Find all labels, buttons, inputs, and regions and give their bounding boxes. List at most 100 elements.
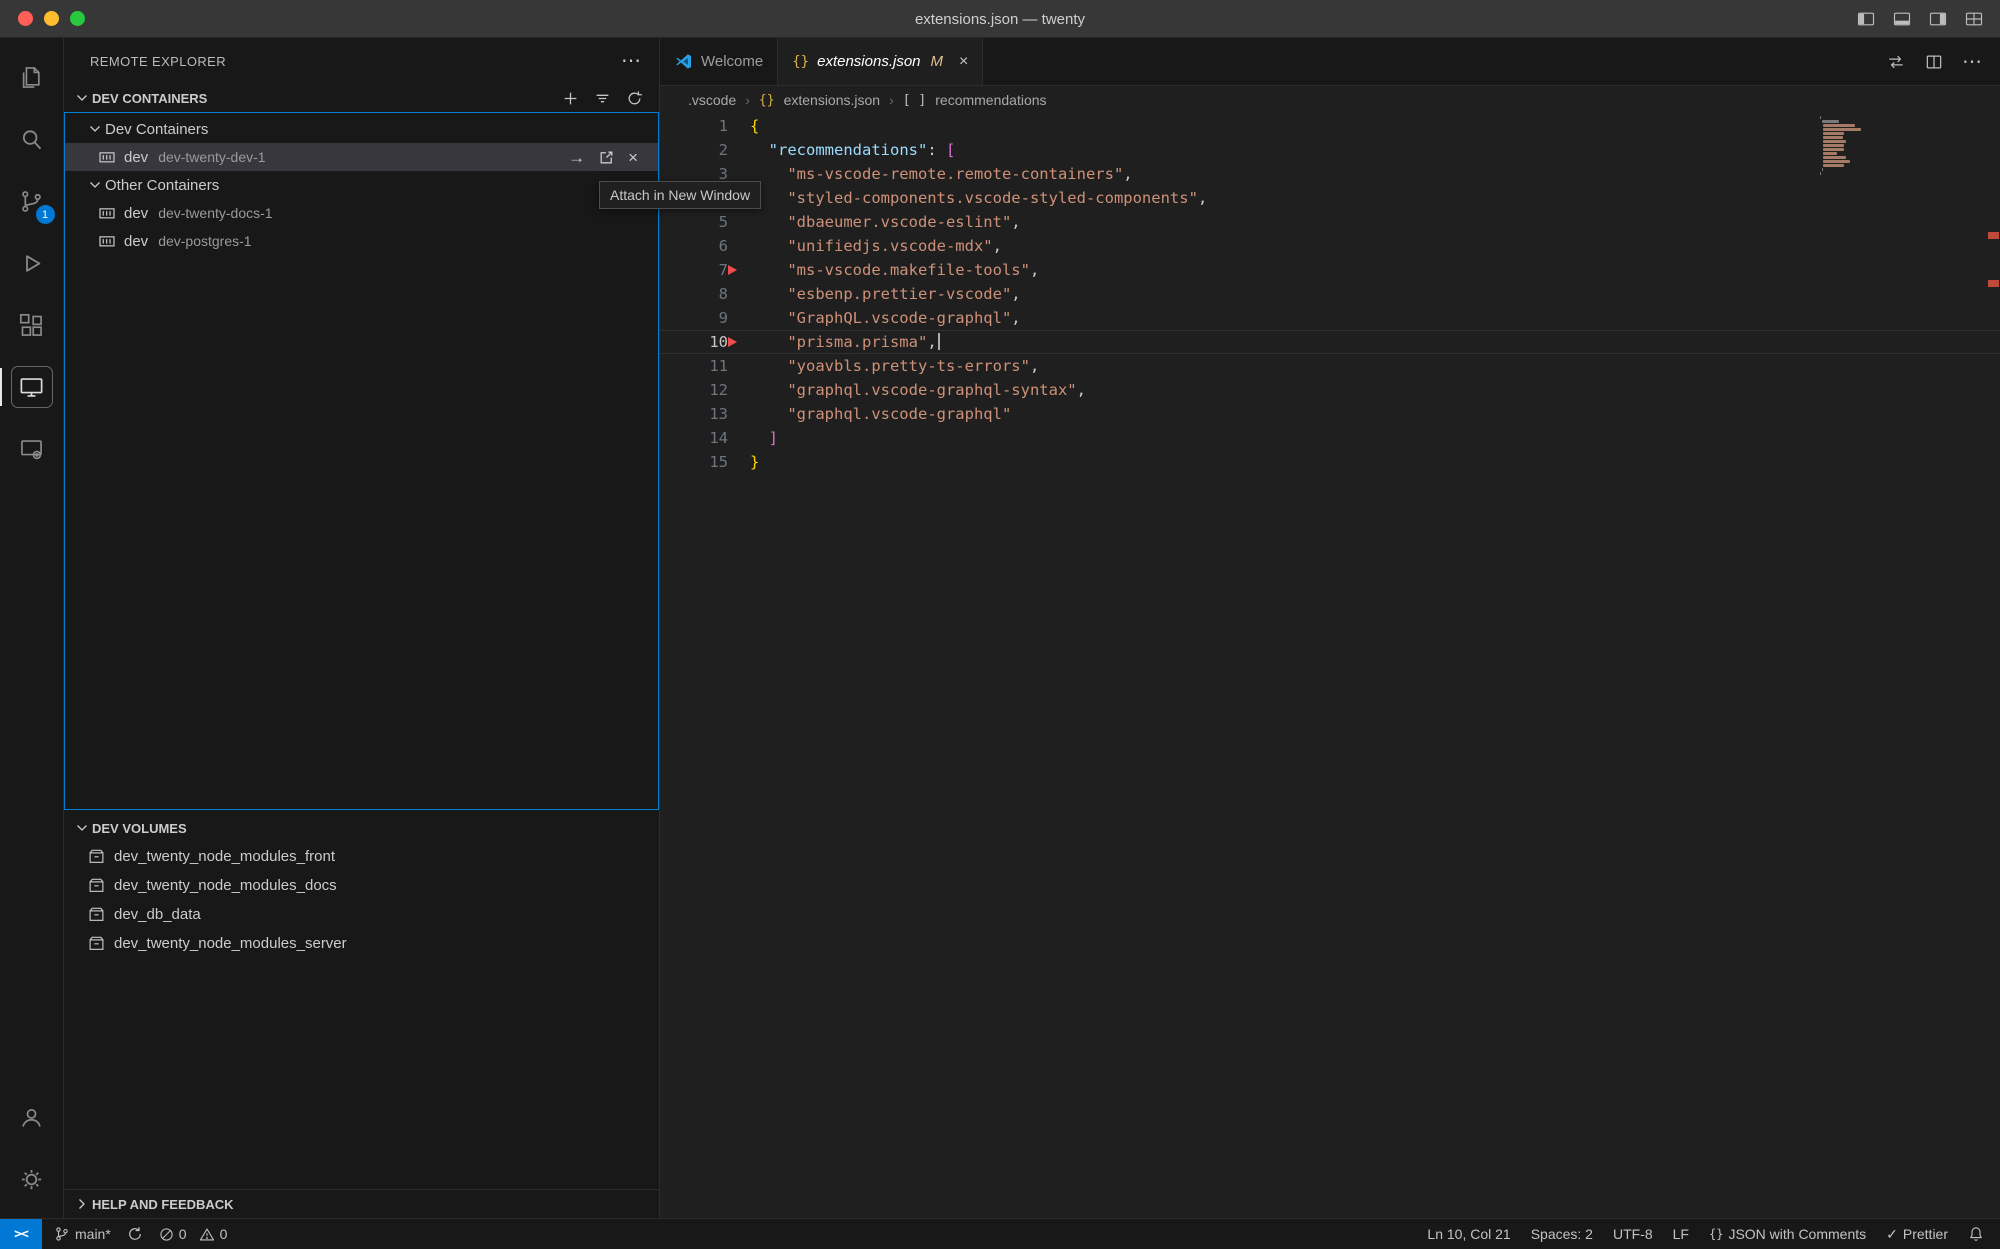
cursor-position-item[interactable]: Ln 10, Col 21 [1427, 1226, 1510, 1242]
minimap-line [1823, 160, 1850, 163]
line-number[interactable]: 14 [660, 426, 750, 450]
container-group-row[interactable]: Other Containers [65, 171, 658, 199]
split-editor-icon[interactable] [1924, 52, 1944, 72]
accounts-icon[interactable] [0, 1086, 64, 1148]
code-line[interactable]: 11 "yoavbls.pretty-ts-errors", [660, 354, 2000, 378]
code-line[interactable]: 14 ] [660, 426, 2000, 450]
breadcrumb-folder[interactable]: .vscode [688, 92, 736, 108]
code-line[interactable]: 15} [660, 450, 2000, 474]
tab-label: Welcome [701, 53, 763, 70]
container-row[interactable]: devdev-postgres-1 [65, 227, 658, 255]
line-number[interactable]: 9 [660, 306, 750, 330]
line-number[interactable]: 12 [660, 378, 750, 402]
attach-new-window-icon[interactable] [598, 149, 615, 166]
section-help-feedback[interactable]: HELP AND FEEDBACK [64, 1189, 659, 1218]
section-dev-containers[interactable]: DEV CONTAINERS [64, 84, 659, 112]
container-row[interactable]: devdev-twenty-docs-1 [65, 199, 658, 227]
toggle-secondary-sidebar-icon[interactable] [1928, 9, 1948, 29]
code-line[interactable]: 1{ [660, 114, 2000, 138]
settings-gear-icon[interactable] [0, 1148, 64, 1210]
container-icon [98, 204, 122, 222]
activity-dev-containers[interactable] [0, 418, 64, 480]
breadcrumb-file[interactable]: extensions.json [784, 92, 881, 108]
remote-indicator[interactable]: >< [0, 1219, 42, 1249]
line-number[interactable]: 10 [660, 331, 750, 353]
line-number[interactable]: 8 [660, 282, 750, 306]
toggle-panel-icon[interactable] [1892, 9, 1912, 29]
container-row[interactable]: devdev-twenty-dev-1→× [65, 143, 658, 171]
warnings-icon [199, 1227, 215, 1242]
notifications-bell-icon[interactable] [1968, 1226, 1984, 1242]
tab-welcome[interactable]: Welcome [660, 38, 778, 85]
plus-icon[interactable] [562, 90, 579, 107]
activity-bar: 1 [0, 38, 64, 1218]
line-content: "dbaeumer.vscode-eslint", [750, 210, 2000, 234]
indentation-item[interactable]: Spaces: 2 [1531, 1226, 1593, 1242]
toggle-primary-sidebar-icon[interactable] [1856, 9, 1876, 29]
minimap[interactable] [1820, 116, 1892, 182]
language-mode-item[interactable]: {} JSON with Comments [1709, 1226, 1866, 1242]
code-line[interactable]: 5 "dbaeumer.vscode-eslint", [660, 210, 2000, 234]
container-group-row[interactable]: Dev Containers [65, 115, 658, 143]
code-line[interactable]: 4 "styled-components.vscode-styled-compo… [660, 186, 2000, 210]
encoding-item[interactable]: UTF-8 [1613, 1226, 1653, 1242]
line-number[interactable]: 13 [660, 402, 750, 426]
code-line[interactable]: 2 "recommendations": [ [660, 138, 2000, 162]
line-number[interactable]: 2 [660, 138, 750, 162]
volume-row[interactable]: dev_twenty_node_modules_front [64, 842, 659, 871]
activity-run-debug[interactable] [0, 232, 64, 294]
line-number[interactable]: 15 [660, 450, 750, 474]
attach-container-icon[interactable]: → [568, 149, 585, 166]
breadcrumb-symbol[interactable]: recommendations [935, 92, 1046, 108]
line-number[interactable]: 6 [660, 234, 750, 258]
line-number[interactable]: 1 [660, 114, 750, 138]
section-dev-volumes[interactable]: DEV VOLUMES [64, 814, 659, 842]
more-actions-icon[interactable]: ⋯ [621, 51, 641, 71]
close-tab-icon[interactable]: × [959, 53, 968, 71]
json-file-icon: {} [792, 54, 809, 70]
line-number[interactable]: 5 [660, 210, 750, 234]
code-line[interactable]: 10 "prisma.prisma", [660, 330, 2000, 354]
formatter-item[interactable]: ✓ Prettier [1886, 1226, 1948, 1243]
code-line[interactable]: 3 "ms-vscode-remote.remote-containers", [660, 162, 2000, 186]
refresh-icon[interactable] [626, 90, 643, 107]
container-icon [98, 148, 122, 166]
activity-explorer[interactable] [0, 46, 64, 108]
git-branch-item[interactable]: main* [54, 1226, 111, 1242]
eol-item[interactable]: LF [1673, 1226, 1689, 1242]
activity-source-control[interactable]: 1 [0, 170, 64, 232]
volume-row[interactable]: dev_db_data [64, 900, 659, 929]
minimap-line [1820, 116, 1821, 119]
language-status-icon: {} [1709, 1227, 1723, 1241]
code-line[interactable]: 13 "graphql.vscode-graphql" [660, 402, 2000, 426]
stop-container-icon[interactable]: × [628, 149, 638, 166]
code-line[interactable]: 6 "unifiedjs.vscode-mdx", [660, 234, 2000, 258]
overview-ruler[interactable] [1985, 114, 2000, 1218]
editor-more-actions-icon[interactable]: ⋯ [1962, 52, 1982, 72]
minimap-line [1823, 152, 1837, 155]
git-branch-icon [54, 1226, 70, 1242]
tab-extensions-json[interactable]: {} extensions.json M × [778, 38, 983, 85]
code-line[interactable]: 8 "esbenp.prettier-vscode", [660, 282, 2000, 306]
activity-search[interactable] [0, 108, 64, 170]
minimap-line [1823, 140, 1846, 143]
extensions-icon [11, 304, 53, 346]
minimap-line [1820, 172, 1821, 175]
open-changes-icon[interactable] [1886, 52, 1906, 72]
code-line[interactable]: 9 "GraphQL.vscode-graphql", [660, 306, 2000, 330]
problems-item[interactable]: 0 0 [159, 1226, 228, 1242]
activity-remote-explorer[interactable] [0, 356, 64, 418]
code-editor[interactable]: 1{2 "recommendations": [3 "ms-vscode-rem… [660, 114, 2000, 1218]
activity-extensions[interactable] [0, 294, 64, 356]
code-line[interactable]: 12 "graphql.vscode-graphql-syntax", [660, 378, 2000, 402]
filter-icon[interactable] [594, 90, 611, 107]
line-number[interactable]: 7 [660, 258, 750, 282]
volume-row[interactable]: dev_twenty_node_modules_server [64, 929, 659, 958]
customize-layout-icon[interactable] [1964, 9, 1984, 29]
code-line[interactable]: 7 "ms-vscode.makefile-tools", [660, 258, 2000, 282]
sync-changes-icon[interactable] [127, 1226, 143, 1242]
attach-new-window-tooltip: Attach in New Window [599, 181, 761, 209]
volume-row[interactable]: dev_twenty_node_modules_docs [64, 871, 659, 900]
section-label: HELP AND FEEDBACK [92, 1197, 234, 1212]
line-number[interactable]: 11 [660, 354, 750, 378]
